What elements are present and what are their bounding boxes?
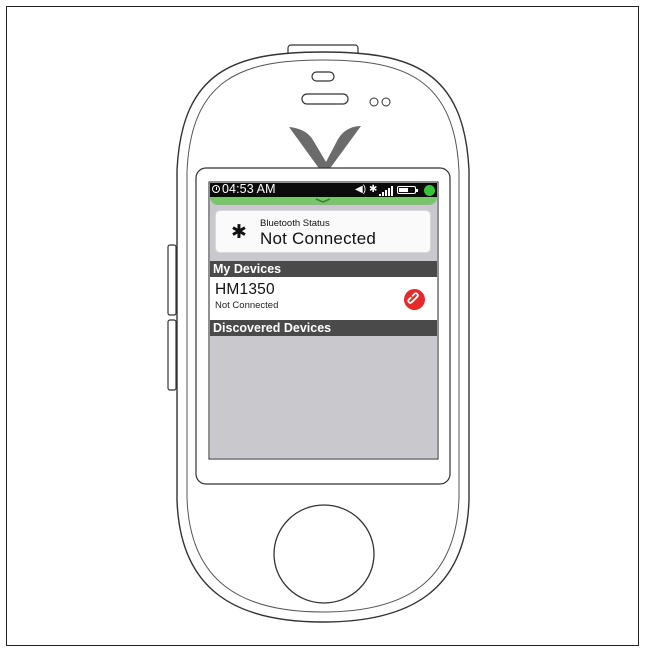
signal-icon bbox=[379, 186, 397, 196]
side-button-upper[interactable] bbox=[167, 244, 177, 316]
speaker-icon: ◀) bbox=[355, 184, 367, 195]
bluetooth-status-label: Bluetooth Status bbox=[260, 218, 330, 229]
notification-pulldown-tab[interactable] bbox=[210, 197, 437, 205]
status-bar: 04:53 AM ◀) ✱ bbox=[210, 183, 437, 197]
device-connection-status: Not Connected bbox=[215, 300, 279, 311]
status-time: 04:53 AM bbox=[222, 183, 276, 196]
device-list-item[interactable]: HM1350 Not Connected bbox=[210, 277, 437, 320]
device-screen: 04:53 AM ◀) ✱ ✱ Bluetooth Status Not Con… bbox=[210, 183, 437, 458]
bluetooth-icon: ✱ bbox=[231, 221, 247, 243]
connect-link-button[interactable] bbox=[404, 289, 425, 310]
bluetooth-status-value: Not Connected bbox=[260, 229, 377, 248]
status-indicator-dot bbox=[424, 185, 435, 196]
clock-icon bbox=[212, 185, 220, 193]
link-icon bbox=[407, 292, 419, 304]
side-button-lower[interactable] bbox=[167, 319, 177, 391]
bluetooth-status-card: ✱ Bluetooth Status Not Connected bbox=[215, 210, 431, 253]
my-devices-header: My Devices bbox=[210, 261, 437, 277]
home-button[interactable] bbox=[273, 504, 375, 604]
battery-icon bbox=[397, 186, 418, 194]
device-name: HM1350 bbox=[215, 281, 275, 298]
discovered-devices-header: Discovered Devices bbox=[210, 320, 437, 336]
chevron-down-icon bbox=[315, 198, 331, 203]
bluetooth-icon: ✱ bbox=[369, 184, 378, 195]
